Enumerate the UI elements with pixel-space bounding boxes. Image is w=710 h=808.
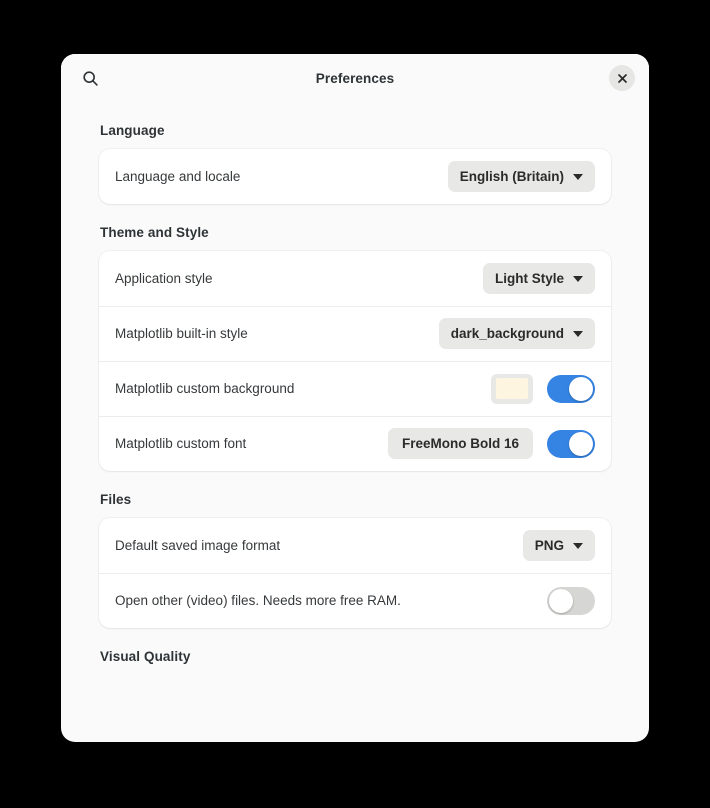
chevron-down-icon [573,330,583,337]
card-language: Language and locale English (Britain) [99,149,611,204]
close-icon [617,73,627,83]
dropdown-value: English (Britain) [459,169,564,184]
default-saved-image-format-dropdown[interactable]: PNG [522,530,595,561]
row-label: Matplotlib built-in style [115,326,248,341]
row-control: dark_background [438,318,595,349]
preferences-content: Language Language and locale English (Br… [61,102,649,742]
row-application-style[interactable]: Application style Light Style [99,251,611,306]
row-control [491,373,595,404]
row-control: Light Style [482,263,595,294]
dropdown-value: dark_background [450,326,564,341]
row-language-and-locale[interactable]: Language and locale English (Britain) [99,149,611,204]
toggle-knob [569,376,593,401]
section-files: Files Default saved image format PNG Ope… [99,471,611,628]
row-label: Matplotlib custom background [115,381,295,396]
card-files: Default saved image format PNG Open othe… [99,518,611,628]
row-label: Open other (video) files. Needs more fre… [115,593,401,608]
preferences-window: Preferences Language Language and locale [61,54,649,742]
matplotlib-builtin-style-dropdown[interactable]: dark_background [438,318,595,349]
toggle-knob [549,588,573,613]
section-title-files: Files [100,492,132,507]
dropdown-value: PNG [534,538,564,553]
card-theme-and-style: Application style Light Style Matplotlib… [99,251,611,471]
row-control: English (Britain) [447,161,595,192]
chevron-down-icon [573,542,583,549]
section-title-theme-and-style: Theme and Style [100,225,209,240]
toggle-knob [569,431,593,456]
row-label: Application style [115,271,213,286]
chevron-down-icon [573,275,583,282]
open-other-video-files-toggle[interactable] [547,586,595,615]
row-label: Matplotlib custom font [115,436,247,451]
row-label: Language and locale [115,169,241,184]
window-title: Preferences [315,70,395,86]
matplotlib-custom-font-button[interactable]: FreeMono Bold 16 [387,428,533,459]
section-title-language: Language [100,123,165,138]
row-matplotlib-custom-background[interactable]: Matplotlib custom background [99,361,611,416]
matplotlib-custom-background-toggle[interactable] [547,374,595,403]
row-control [547,586,595,615]
section-language: Language Language and locale English (Br… [99,102,611,204]
dropdown-value: Light Style [494,271,564,286]
language-locale-dropdown[interactable]: English (Britain) [447,161,595,192]
background-color-swatch-button[interactable] [491,373,533,404]
search-button[interactable] [75,63,105,93]
close-button[interactable] [609,65,635,91]
section-visual-quality: Visual Quality [99,628,611,675]
search-icon [82,70,98,86]
font-value: FreeMono Bold 16 [401,436,519,451]
application-style-dropdown[interactable]: Light Style [482,263,595,294]
matplotlib-custom-font-toggle[interactable] [547,429,595,458]
section-theme-and-style: Theme and Style Application style Light … [99,204,611,471]
header-bar: Preferences [61,54,649,102]
row-default-saved-image-format[interactable]: Default saved image format PNG [99,518,611,573]
row-control: PNG [522,530,595,561]
screen: Preferences Language Language and locale [0,0,710,808]
section-title-visual-quality: Visual Quality [100,649,191,664]
row-matplotlib-builtin-style[interactable]: Matplotlib built-in style dark_backgroun… [99,306,611,361]
color-swatch [496,378,528,399]
row-control: FreeMono Bold 16 [387,428,595,459]
row-label: Default saved image format [115,538,281,553]
chevron-down-icon [573,173,583,180]
row-open-other-video-files[interactable]: Open other (video) files. Needs more fre… [99,573,611,628]
row-matplotlib-custom-font[interactable]: Matplotlib custom font FreeMono Bold 16 [99,416,611,471]
